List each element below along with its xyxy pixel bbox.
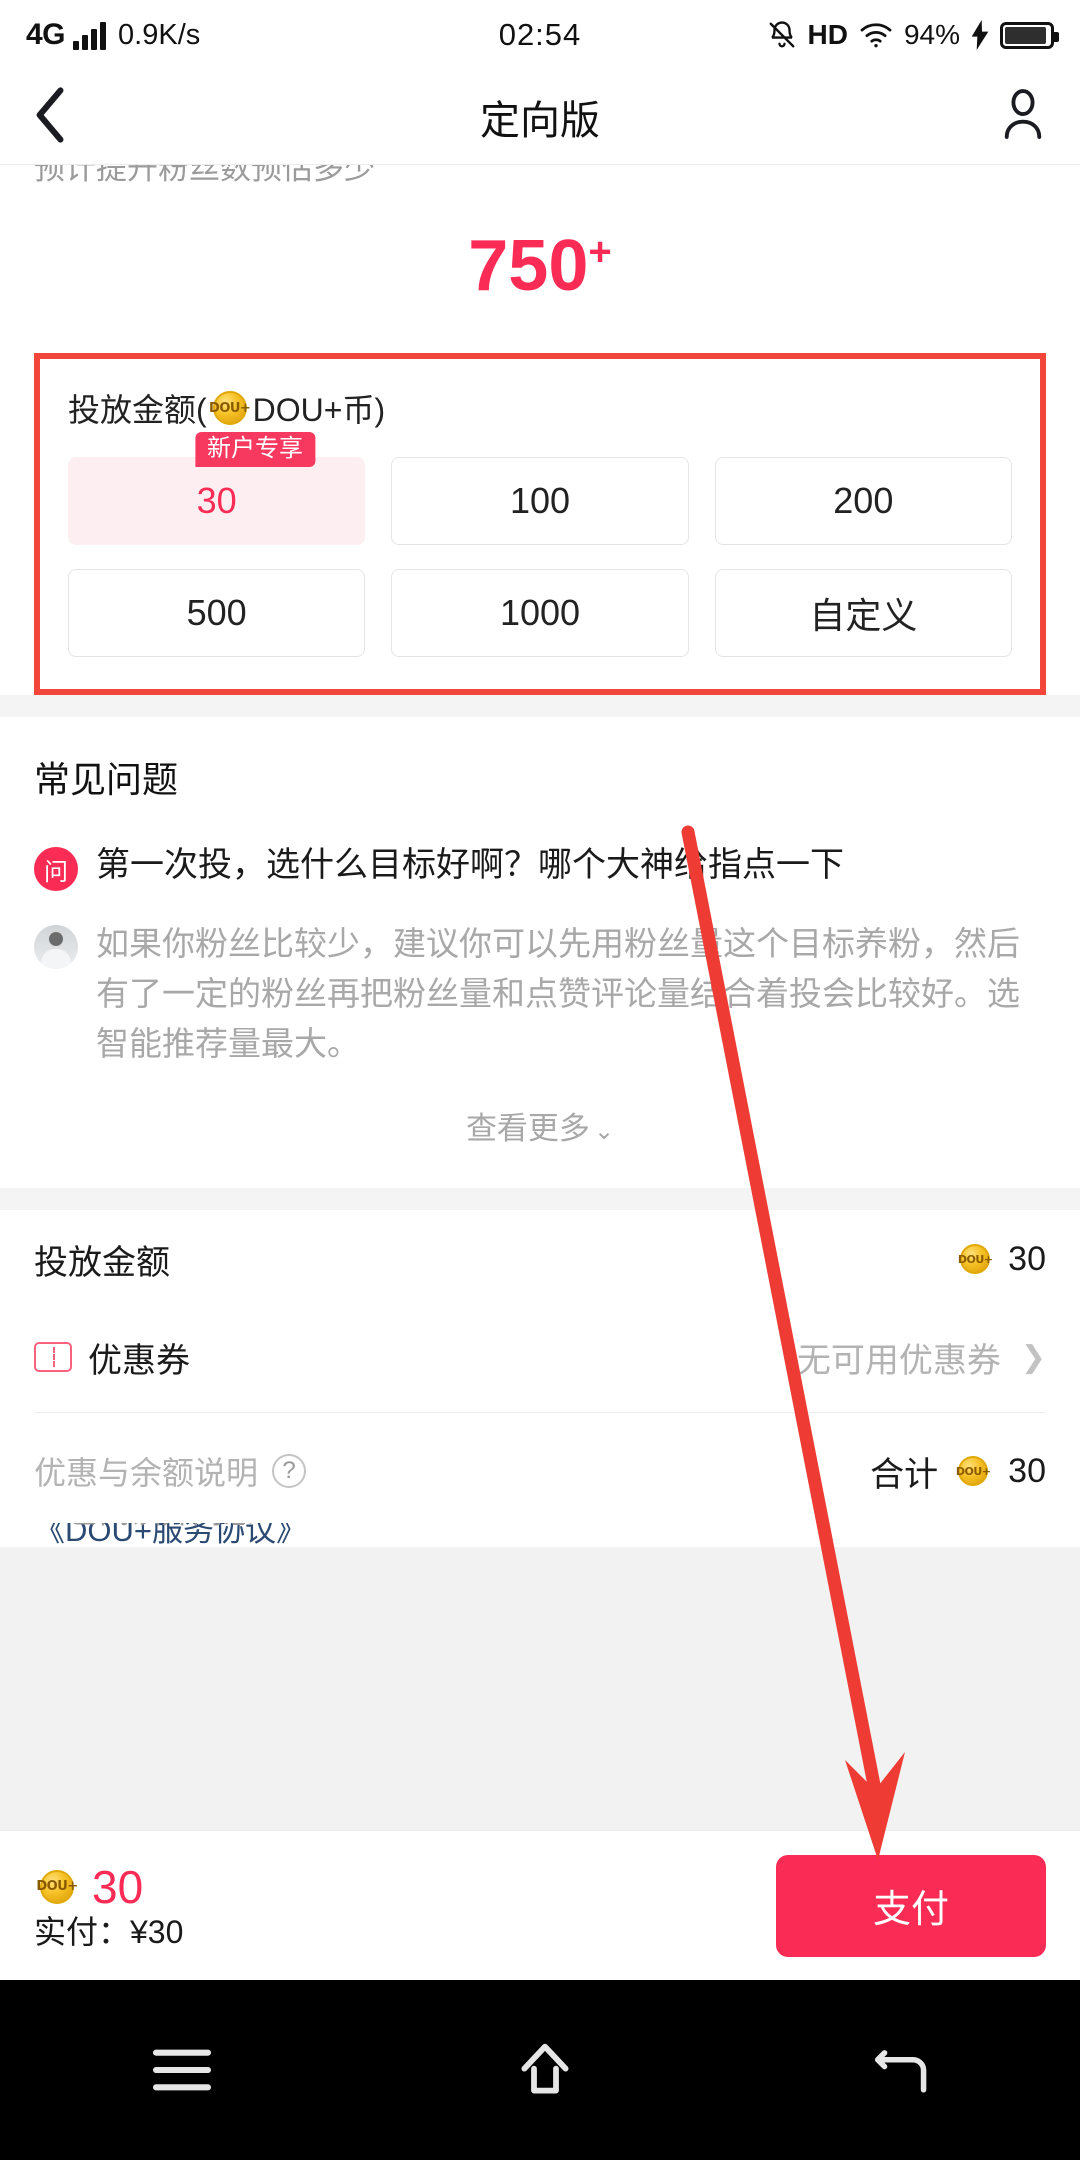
amount-option-500[interactable]: 500	[68, 569, 366, 657]
page-title: 定向版	[480, 99, 600, 143]
agreement-text: 已阅读并同意	[68, 1523, 254, 1532]
estimated-value-number: 750	[468, 226, 589, 306]
back-icon[interactable]	[873, 2041, 933, 2099]
amount-section-wrap: 投放金额( DOU+ DOU+币) 新户专享 30 100 200 500 10…	[0, 353, 1080, 695]
new-user-badge: 新户专享	[195, 432, 316, 467]
row-divider	[34, 1412, 1046, 1414]
amount-option-label: 200	[833, 480, 894, 521]
actual-pay-label: 实付：¥30	[34, 1913, 184, 1950]
section-divider	[0, 695, 1080, 717]
total-wrap: 合计 DOU+ 30	[870, 1447, 1046, 1496]
order-row-amount: 投放金额 DOU+ 30	[34, 1210, 1046, 1308]
bottom-price-wrap: DOU+ 30 实付：¥30	[34, 1864, 183, 1948]
estimated-value-suffix: +	[588, 230, 612, 274]
order-amount-label: 投放金额	[34, 1243, 170, 1282]
dou-coin-icon: DOU+	[36, 1869, 78, 1904]
faq-answer-text: 如果你粉丝比较少，建议你可以先用粉丝量这个目标养粉，然后有了一定的粉丝再把粉丝量…	[96, 925, 1020, 1063]
order-amount-value: DOU+ 30	[954, 1240, 1046, 1279]
wifi-icon	[859, 21, 893, 49]
amount-option-custom[interactable]: 自定义	[714, 569, 1012, 657]
amount-options-grid: 新户专享 30 100 200 500 1000 自定义	[68, 432, 1012, 657]
order-row-note: 优惠与余额说明 ? 合计 DOU+ 30	[34, 1419, 1046, 1523]
question-badge-icon: 问	[34, 847, 78, 891]
amount-label-suffix: DOU+币)	[252, 392, 386, 428]
total-value: 30	[1008, 1451, 1046, 1490]
estimated-value: 750+	[0, 191, 1080, 353]
dou-coin-icon: DOU+	[209, 391, 251, 425]
order-amount-number: 30	[1008, 1239, 1046, 1278]
scroll-content: 预计提升粉丝数预估多少 750+ 投放金额( DOU+ DOU+币) 新户专享 …	[0, 165, 1080, 1548]
coupon-value-wrap: 无可用优惠券 ❯	[797, 1333, 1046, 1382]
amount-option-1000[interactable]: 1000	[391, 569, 689, 657]
page-header: 定向版	[0, 70, 1080, 165]
agreement-clipped-row[interactable]: 已阅读并同意《DOU+服务协议》	[0, 1523, 1080, 1548]
amount-option-200[interactable]: 200	[714, 457, 1012, 545]
home-icon[interactable]	[512, 2039, 578, 2101]
order-row-coupon[interactable]: 优惠券 无可用优惠券 ❯	[34, 1308, 1046, 1406]
note-label: 优惠与余额说明	[34, 1455, 259, 1492]
avatar	[34, 925, 78, 969]
order-summary: 投放金额 DOU+ 30 优惠券 无可用优惠券 ❯ 优惠与余额说明 ? 合计 D…	[0, 1210, 1080, 1524]
bottom-coin-number: 30	[92, 1860, 144, 1913]
amount-section-highlight-box: 投放金额( DOU+ DOU+币) 新户专享 30 100 200 500 10…	[34, 353, 1046, 695]
mute-bell-icon	[767, 19, 797, 51]
amount-option-label: 自定义	[809, 595, 918, 636]
amount-option-label: 30	[196, 480, 237, 521]
ticket-icon	[34, 1342, 72, 1373]
faq-answer-row: 如果你粉丝比较少，建议你可以先用粉丝量这个目标养粉，然后有了一定的粉丝再把粉丝量…	[34, 919, 1046, 1069]
dou-coin-icon: DOU+	[958, 1244, 993, 1275]
section-divider-2	[0, 1188, 1080, 1211]
bottom-coin-amount: DOU+ 30	[34, 1864, 183, 1910]
amount-option-100[interactable]: 100	[391, 457, 689, 545]
view-more-label: 查看更多	[465, 1111, 590, 1147]
faq-question-text: 第一次投，选什么目标好啊？哪个大神给指点一下	[96, 846, 844, 884]
chevron-down-icon: ⌄	[593, 1118, 615, 1146]
view-more-button[interactable]: 查看更多 ⌄	[34, 1069, 1046, 1178]
status-bar-right: HD 94%	[767, 19, 1059, 51]
note-label-wrap[interactable]: 优惠与余额说明 ?	[34, 1448, 307, 1494]
dou-coin-icon: DOU+	[956, 1456, 991, 1487]
faq-question-row[interactable]: 问 第一次投，选什么目标好啊？哪个大神给指点一下	[34, 843, 1046, 891]
phone-screen: 4G 0.9K/s 02:54 HD 94% 定向版 预计提升粉丝数预估多少 7…	[0, 0, 1080, 2160]
chevron-right-icon: ❯	[1020, 1340, 1046, 1374]
help-icon[interactable]: ?	[272, 1454, 307, 1489]
bottom-pay-bar: DOU+ 30 实付：¥30 支付	[0, 1830, 1080, 1980]
hd-icon: HD	[807, 19, 848, 50]
status-bar: 4G 0.9K/s 02:54 HD 94%	[0, 0, 1080, 70]
person-icon[interactable]	[1000, 88, 1046, 146]
battery-percent-label: 94%	[903, 19, 960, 50]
amount-section-label: 投放金额( DOU+ DOU+币)	[68, 385, 1012, 431]
android-nav-bar	[0, 1980, 1080, 2160]
menu-icon[interactable]	[147, 2044, 217, 2096]
amount-option-label: 100	[509, 480, 571, 521]
faq-section: 常见问题 问 第一次投，选什么目标好啊？哪个大神给指点一下 如果你粉丝比较少，建…	[0, 717, 1080, 1189]
amount-label-prefix: 投放金额(	[68, 392, 207, 428]
amount-option-label: 500	[186, 592, 247, 633]
faq-title: 常见问题	[34, 759, 179, 800]
clipped-hint-text: 预计提升粉丝数预估多少	[34, 165, 375, 186]
battery-icon	[1000, 21, 1059, 49]
total-label: 合计	[870, 1455, 939, 1494]
back-chevron-icon[interactable]	[34, 86, 68, 149]
pay-button[interactable]: 支付	[776, 1854, 1046, 1957]
amount-option-label: 1000	[499, 592, 581, 633]
amount-option-30[interactable]: 新户专享 30	[68, 432, 366, 545]
coupon-value: 无可用优惠券	[796, 1341, 1001, 1380]
coupon-label-wrap: 优惠券	[34, 1333, 190, 1382]
coupon-label: 优惠券	[88, 1341, 190, 1380]
charging-bolt-icon	[971, 20, 989, 50]
